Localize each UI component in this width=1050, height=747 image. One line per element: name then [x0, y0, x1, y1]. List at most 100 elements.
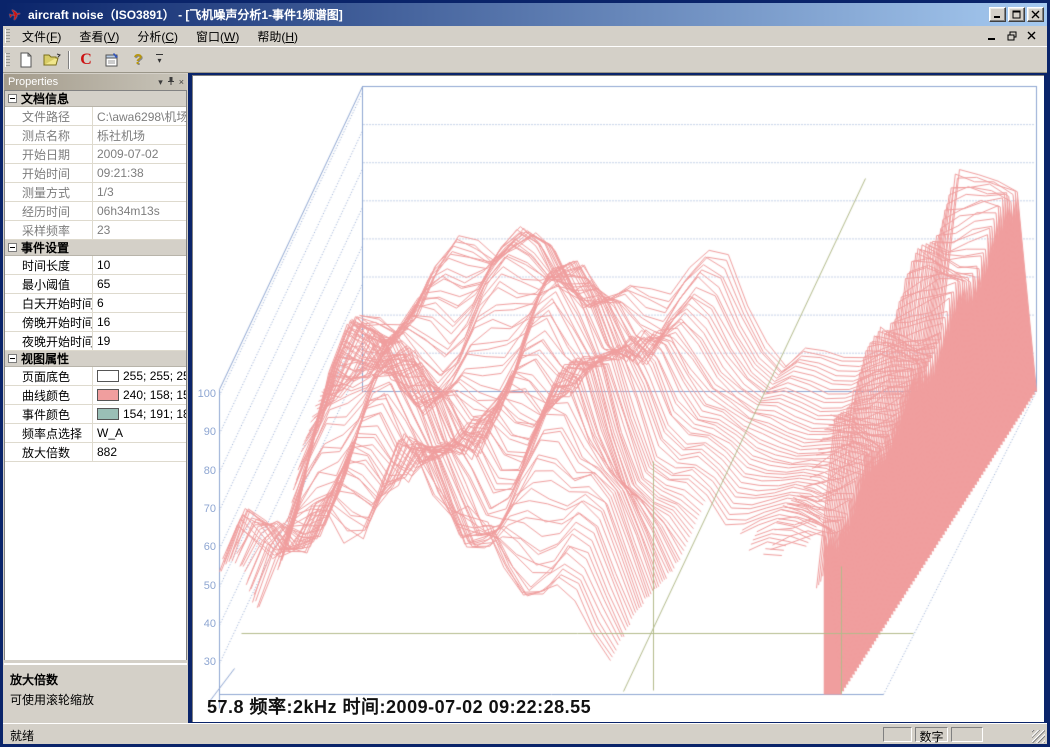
property-label: 文件路径: [5, 107, 93, 125]
collapse-minus-icon[interactable]: [8, 354, 17, 363]
y-tick-label-40: 40: [193, 619, 216, 630]
section-header-2[interactable]: 视图属性: [5, 351, 186, 367]
cursor-readout-text: 57.8 频率:2kHz 时间:2009-07-02 09:22:28.55: [207, 693, 591, 719]
menu-item-W[interactable]: 窗口(W): [187, 28, 248, 46]
property-value: 06h34m13s: [93, 202, 186, 220]
property-value: 09:21:38: [93, 164, 186, 182]
app-airplane-icon[interactable]: ✈: [3, 4, 26, 26]
property-value: 2009-07-02: [93, 145, 186, 163]
property-description-box: 放大倍数 可使用滚轮缩放: [4, 663, 187, 722]
menu-item-C[interactable]: 分析(C): [128, 28, 187, 46]
menu-grip-handle[interactable]: [5, 29, 10, 43]
y-tick-label-70: 70: [193, 504, 216, 515]
property-value[interactable]: 6: [93, 294, 186, 312]
menu-item-F[interactable]: 文件(F): [13, 28, 70, 46]
minimize-button[interactable]: [989, 7, 1006, 22]
property-value: 1/3: [93, 183, 186, 201]
properties-panel-caption[interactable]: Properties ▾ ×: [4, 74, 187, 90]
mdi-minimize-button[interactable]: [985, 30, 999, 43]
close-button[interactable]: [1027, 7, 1044, 22]
property-label: 页面底色: [5, 367, 93, 385]
resize-grip[interactable]: [1032, 730, 1045, 743]
mdi-close-button[interactable]: [1025, 30, 1039, 43]
property-value[interactable]: 240; 158; 158: [93, 386, 186, 404]
open-file-button[interactable]: [40, 49, 64, 71]
c-analysis-icon: C: [80, 51, 92, 69]
property-row: 测量方式1/3: [5, 183, 186, 202]
property-value[interactable]: 16: [93, 313, 186, 331]
property-label: 经历时间: [5, 202, 93, 220]
section-title: 文档信息: [21, 90, 69, 107]
color-swatch[interactable]: [97, 389, 119, 401]
property-row: 时间长度10: [5, 256, 186, 275]
toolbar-separator: [68, 51, 70, 69]
property-row: 夜晚开始时间19: [5, 332, 186, 351]
property-value[interactable]: 255; 255; 255: [93, 367, 186, 385]
properties-panel-title: Properties: [8, 76, 58, 88]
property-value[interactable]: 882: [93, 443, 186, 461]
property-label: 傍晚开始时间: [5, 313, 93, 331]
c-analysis-button[interactable]: C: [74, 49, 98, 71]
property-label: 放大倍数: [5, 443, 93, 461]
properties-icon: [104, 52, 120, 68]
waterfall-spectrum-canvas[interactable]: [193, 76, 1043, 721]
property-value[interactable]: W_A: [93, 424, 186, 442]
help-icon: ?: [133, 51, 142, 68]
collapse-minus-icon[interactable]: [8, 94, 17, 103]
section-title: 视图属性: [21, 350, 69, 367]
property-row: 开始时间09:21:38: [5, 164, 186, 183]
mdi-restore-button[interactable]: [1005, 30, 1019, 43]
spectrum-chart-area: 10090807060504030 57.8 频率:2kHz 时间:2009-0…: [192, 75, 1044, 722]
y-tick-label-90: 90: [193, 427, 216, 438]
property-label: 事件颜色: [5, 405, 93, 423]
help-button[interactable]: ?: [126, 49, 150, 71]
property-row: 曲线颜色240; 158; 158: [5, 386, 186, 405]
y-tick-label-100: 100: [193, 389, 216, 400]
property-value[interactable]: 65: [93, 275, 186, 293]
property-row: 白天开始时间6: [5, 294, 186, 313]
y-tick-label-50: 50: [193, 581, 216, 592]
application-window: ✈ aircraft noise（ISO3891） - [飞机噪声分析1-事件1…: [0, 0, 1050, 747]
property-value[interactable]: 10: [93, 256, 186, 274]
y-tick-label-60: 60: [193, 542, 216, 553]
property-row: 页面底色255; 255; 255: [5, 367, 186, 386]
new-document-icon: [18, 52, 34, 68]
property-row: 采样频率23: [5, 221, 186, 240]
panel-close-icon[interactable]: ×: [179, 78, 184, 87]
section-title: 事件设置: [21, 239, 69, 256]
color-swatch[interactable]: [97, 370, 119, 382]
mdi-window-controls: [985, 30, 1047, 43]
collapse-minus-icon[interactable]: [8, 243, 17, 252]
property-label: 夜晚开始时间: [5, 332, 93, 350]
menu-item-V[interactable]: 查看(V): [70, 28, 128, 46]
properties-button[interactable]: [100, 49, 124, 71]
property-row: 事件颜色154; 191; 182: [5, 405, 186, 424]
toolbar-overflow-button[interactable]: ▾: [153, 49, 166, 71]
property-row: 测点名称栎社机场: [5, 126, 186, 145]
status-pane-empty-0: [883, 727, 912, 742]
toolbar-grip-handle[interactable]: [5, 53, 10, 67]
panel-pin-icon[interactable]: [167, 76, 175, 88]
section-header-1[interactable]: 事件设置: [5, 240, 186, 256]
status-pane-empty-2: [951, 727, 983, 742]
property-value[interactable]: 154; 191; 182: [93, 405, 186, 423]
menu-item-H[interactable]: 帮助(H): [248, 28, 307, 46]
properties-panel: Properties ▾ × 文档信息文件路径C:\awa6298\机场测点名称…: [3, 73, 188, 723]
maximize-button[interactable]: [1008, 7, 1025, 22]
property-row: 频率点选择W_A: [5, 424, 186, 443]
property-label: 开始日期: [5, 145, 93, 163]
property-row: 文件路径C:\awa6298\机场: [5, 107, 186, 126]
property-value[interactable]: 19: [93, 332, 186, 350]
property-value: 栎社机场: [93, 126, 186, 144]
property-grid: 文档信息文件路径C:\awa6298\机场测点名称栎社机场开始日期2009-07…: [4, 90, 187, 661]
panel-menu-chevron-icon[interactable]: ▾: [158, 78, 163, 87]
toolbar: C? ▾: [3, 46, 1047, 73]
color-swatch[interactable]: [97, 408, 119, 420]
property-label: 测量方式: [5, 183, 93, 201]
menu-items: 文件(F)查看(V)分析(C)窗口(W)帮助(H): [13, 28, 307, 45]
new-document-button[interactable]: [14, 49, 38, 71]
title-bar[interactable]: ✈ aircraft noise（ISO3891） - [飞机噪声分析1-事件1…: [3, 3, 1047, 26]
property-row: 经历时间06h34m13s: [5, 202, 186, 221]
property-label: 频率点选择: [5, 424, 93, 442]
section-header-0[interactable]: 文档信息: [5, 91, 186, 107]
